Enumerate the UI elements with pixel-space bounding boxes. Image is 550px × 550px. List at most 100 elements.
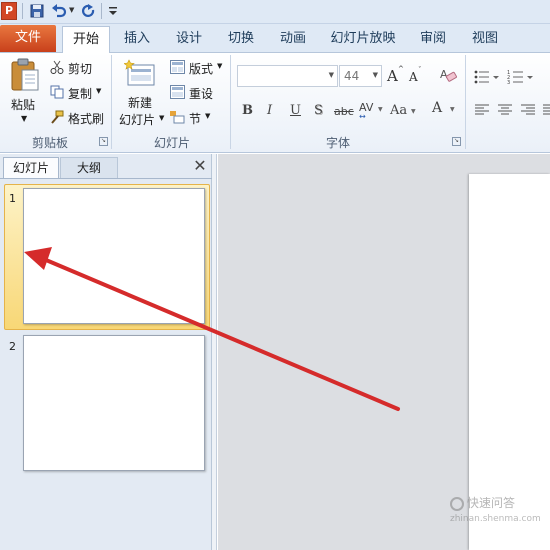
new-slide-dropdown-icon: ▼	[159, 114, 165, 122]
slides-group-label: 幻灯片	[153, 136, 190, 150]
copy-button[interactable]: 复制 ▼	[50, 84, 106, 102]
undo-dropdown-icon[interactable]: ▼	[69, 6, 74, 14]
paste-icon	[11, 58, 39, 91]
layout-icon	[170, 60, 185, 74]
reset-icon	[170, 85, 185, 99]
grow-font-button[interactable]: A ^	[386, 65, 404, 86]
scissors-icon	[50, 60, 64, 74]
clipboard-group-label: 剪贴板	[31, 136, 68, 150]
watermark-domain: zhinan.shenma.com	[450, 514, 541, 524]
pane-tab-divider	[0, 178, 212, 179]
new-slide-label-line2: 幻灯片	[119, 113, 156, 127]
bullets-icon[interactable]	[474, 69, 500, 85]
spacing-dropdown-icon: ▼	[378, 106, 383, 113]
font-size-dropdown-icon[interactable]: ▼	[373, 71, 378, 79]
shrink-arrow-icon: ˇ	[418, 66, 422, 74]
paste-button[interactable]: 粘贴 ▼	[4, 56, 44, 128]
slides-pane: 幻灯片 大纲 ✕ 1 2	[0, 154, 212, 550]
slide-number: 1	[9, 192, 16, 205]
clipboard-launcher-icon[interactable]: ↘	[99, 137, 108, 146]
align-left-icon[interactable]	[474, 103, 490, 117]
format-painter-icon	[51, 110, 64, 124]
font-size-combo[interactable]: 44 ▼	[339, 65, 382, 87]
group-separator	[230, 55, 231, 149]
character-spacing-button[interactable]: AV ↔ ▼	[359, 101, 383, 121]
font-color-dropdown-icon: ▼	[450, 106, 455, 113]
change-case-button[interactable]: Aa ▼	[390, 102, 416, 122]
layout-button[interactable]: 版式 ▼	[170, 59, 226, 77]
slide-thumbnail[interactable]	[23, 335, 205, 471]
underline-button[interactable]: U	[290, 103, 301, 118]
grow-arrow-icon: ^	[398, 65, 404, 73]
reset-label: 重设	[189, 87, 214, 101]
customize-toolbar-icon[interactable]	[104, 2, 122, 20]
powerpoint-app-icon[interactable]: P	[1, 2, 17, 20]
font-color-glyph: A	[432, 100, 443, 116]
tab-outline[interactable]: 大纲	[60, 157, 118, 179]
tab-slide-show[interactable]: 幻灯片放映	[325, 26, 401, 53]
case-dropdown-icon: ▼	[411, 108, 416, 115]
section-icon	[170, 111, 185, 124]
tab-animations[interactable]: 动画	[272, 26, 314, 53]
justify-icon[interactable]	[542, 103, 550, 117]
tab-file[interactable]: 文件	[0, 25, 56, 52]
shrink-font-button[interactable]: A ˇ	[408, 66, 426, 86]
align-right-icon[interactable]	[520, 103, 536, 117]
bold-button[interactable]: B	[242, 103, 253, 118]
new-slide-icon	[124, 59, 155, 86]
paste-dropdown-icon: ▼	[21, 114, 28, 123]
section-dropdown-icon: ▼	[205, 112, 211, 120]
pane-splitter[interactable]	[212, 154, 217, 550]
ribbon-home: 粘贴 ▼ 剪切 复制 ▼ 格式刷 剪贴板 ↘ 新建 幻灯片 ▼ 版式 ▼ 重设 …	[0, 53, 550, 153]
tab-transitions[interactable]: 切换	[220, 26, 262, 53]
toolbar-separator	[22, 3, 23, 19]
quick-access-toolbar: P ▼	[0, 0, 550, 24]
layout-label: 版式	[189, 62, 214, 76]
watermark-brand: 快速问答	[450, 494, 515, 511]
close-pane-icon[interactable]: ✕	[192, 158, 208, 174]
font-group-label: 字体	[325, 136, 350, 150]
tab-design[interactable]: 设计	[168, 26, 210, 53]
redo-icon[interactable]	[80, 2, 98, 20]
shrink-font-glyph: A	[409, 70, 418, 84]
copy-icon	[50, 85, 64, 99]
slide-number: 2	[9, 340, 16, 353]
copy-label: 复制	[68, 87, 93, 101]
italic-button[interactable]: I	[267, 103, 272, 118]
align-center-icon[interactable]	[497, 103, 513, 117]
ribbon-tabs: 文件 开始 插入 设计 切换 动画 幻灯片放映 审阅 视图	[0, 24, 550, 54]
group-separator	[111, 55, 112, 149]
font-color-button[interactable]: A ▼	[432, 100, 458, 122]
grow-font-glyph: A	[387, 67, 398, 85]
section-button[interactable]: 节 ▼	[170, 109, 226, 127]
font-launcher-icon[interactable]: ↘	[452, 137, 461, 146]
cut-button[interactable]: 剪切	[50, 59, 100, 77]
undo-icon[interactable]	[50, 2, 68, 20]
save-icon[interactable]	[28, 2, 46, 20]
copy-dropdown-icon: ▼	[96, 87, 102, 95]
section-label: 节	[189, 112, 202, 126]
tab-view[interactable]: 视图	[464, 26, 506, 53]
svg-text:A: A	[440, 68, 448, 81]
svg-text:3: 3	[507, 80, 510, 85]
clear-formatting-button[interactable]: A	[438, 65, 460, 87]
font-name-combo[interactable]: ▼	[237, 65, 338, 87]
format-painter-button[interactable]: 格式刷	[50, 109, 106, 127]
group-separator	[465, 55, 466, 149]
numbering-icon[interactable]: 123	[507, 69, 535, 85]
strikethrough-button[interactable]: abc	[334, 105, 354, 118]
tab-home[interactable]: 开始	[62, 26, 110, 54]
reset-button[interactable]: 重设	[170, 84, 226, 102]
tab-slides[interactable]: 幻灯片	[3, 157, 59, 179]
clear-formatting-icon: A	[440, 68, 457, 82]
layout-dropdown-icon: ▼	[217, 62, 223, 70]
font-name-dropdown-icon[interactable]: ▼	[329, 71, 334, 79]
change-case-glyph: Aa	[390, 103, 408, 118]
tab-review[interactable]: 审阅	[412, 26, 454, 53]
watermark-brand-text: 快速问答	[467, 496, 516, 510]
tab-insert[interactable]: 插入	[116, 26, 158, 53]
new-slide-button[interactable]: 新建 幻灯片 ▼	[116, 56, 166, 128]
slide-thumbnail[interactable]	[23, 188, 205, 324]
text-shadow-button[interactable]: S	[314, 103, 323, 118]
paste-label: 粘贴	[11, 98, 36, 112]
